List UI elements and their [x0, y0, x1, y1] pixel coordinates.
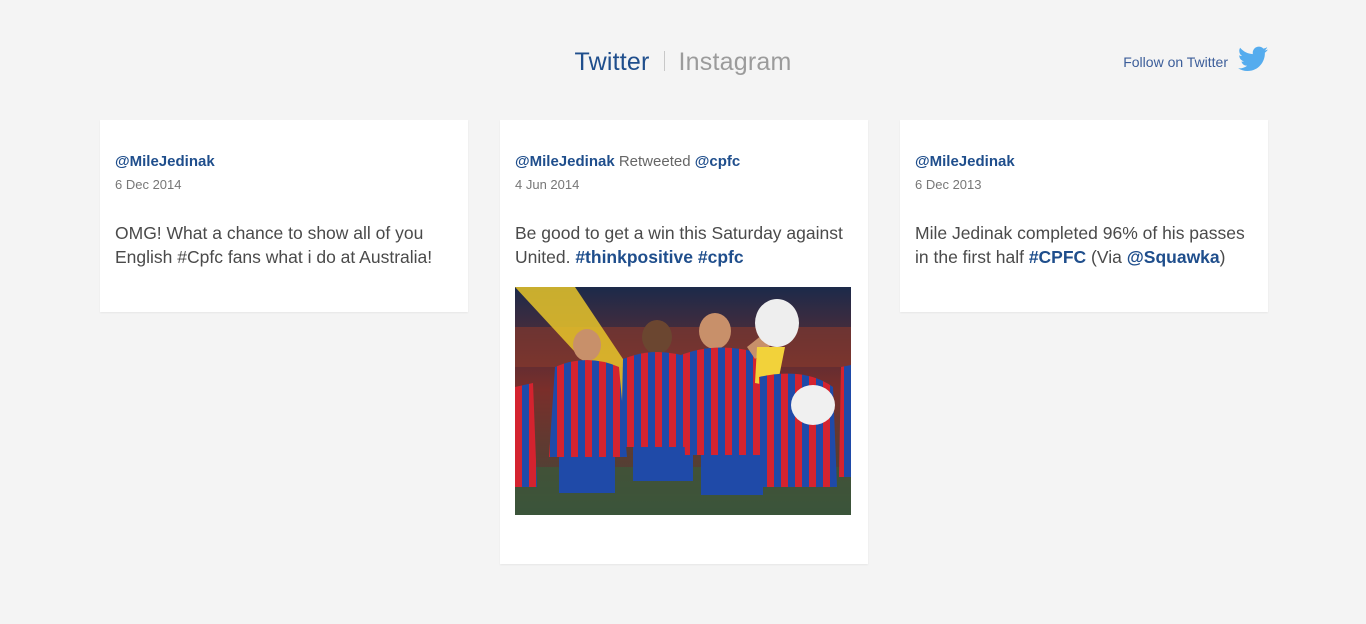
tweet-photo[interactable] — [515, 287, 851, 515]
tweet-card: @MileJedinak Retweeted @cpfc 4 Jun 2014 … — [500, 120, 868, 564]
tweet-author-line: @MileJedinak — [915, 152, 1253, 172]
tweet-text-close: ) — [1219, 247, 1226, 267]
tweet-author-handle[interactable]: @MileJedinak — [115, 153, 215, 170]
tweet-text: Mile Jedinak completed 96% of his passes… — [915, 221, 1253, 269]
tweet-card: @MileJedinak 6 Dec 2014 OMG! What a chan… — [100, 120, 468, 312]
tab-instagram[interactable]: Instagram — [679, 48, 792, 77]
tweet-date: 6 Dec 2013 — [915, 177, 982, 192]
football-players-celebrating-image — [515, 287, 851, 515]
social-feed-page: Twitter Instagram Follow on Twitter @Mile… — [0, 0, 1366, 624]
tweet-date: 6 Dec 2014 — [115, 177, 182, 192]
hashtag-link[interactable]: #thinkpositive — [575, 247, 693, 267]
tweet-author-line: @MileJedinak — [115, 152, 453, 172]
twitter-bird-icon — [1238, 46, 1268, 71]
follow-label: Follow on Twitter — [1123, 54, 1228, 70]
hashtag-link[interactable]: #cpfc — [698, 247, 744, 267]
retweeted-handle[interactable]: @cpfc — [695, 153, 740, 170]
tab-twitter[interactable]: Twitter — [575, 48, 650, 77]
tweet-author-handle[interactable]: @MileJedinak — [515, 153, 615, 170]
retweeted-label: Retweeted — [618, 153, 691, 170]
tweet-text: OMG! What a chance to show all of you En… — [115, 223, 433, 267]
tweet-text-via: (Via — [1086, 247, 1127, 267]
hashtag-link[interactable]: #CPFC — [1029, 247, 1086, 267]
tweet-author-handle[interactable]: @MileJedinak — [915, 153, 1015, 170]
tweet-author-line: @MileJedinak Retweeted @cpfc — [515, 152, 853, 172]
tweet-card: @MileJedinak 6 Dec 2013 Mile Jedinak com… — [900, 120, 1268, 312]
follow-on-twitter-link[interactable]: Follow on Twitter — [1123, 46, 1268, 72]
tweet-date: 4 Jun 2014 — [515, 177, 580, 192]
tweet-text: Be good to get a win this Saturday again… — [515, 221, 853, 269]
mention-link[interactable]: @Squawka — [1127, 247, 1220, 267]
tab-divider — [663, 51, 665, 71]
